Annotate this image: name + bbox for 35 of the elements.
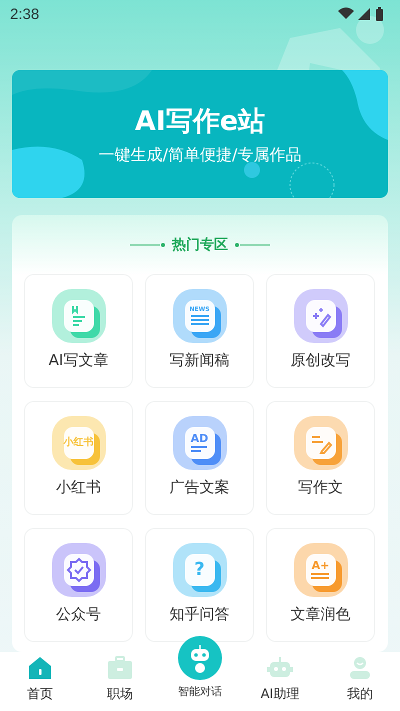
feature-tile[interactable]: 写作文: [266, 401, 375, 515]
section-title: 热门专区: [172, 236, 228, 254]
feature-icon: A+: [294, 543, 348, 597]
feature-tile[interactable]: AI写文章: [24, 274, 133, 388]
feature-icon: AD: [172, 416, 226, 470]
briefcase-icon: [107, 656, 133, 680]
person-icon: [347, 656, 373, 680]
feature-label: AI写文章: [48, 351, 108, 370]
feature-label: 原创改写: [290, 351, 350, 370]
feature-label: 文章润色: [290, 605, 350, 624]
status-time: 2:38: [10, 6, 40, 22]
feature-tile[interactable]: 原创改写: [266, 274, 375, 388]
feature-label: 写作文: [298, 478, 343, 497]
divider-icon: [130, 242, 166, 248]
feature-icon: 小红书: [52, 416, 106, 470]
nav-tab[interactable]: 我的: [320, 652, 400, 711]
robot-icon: [267, 656, 293, 680]
feature-tile[interactable]: A+ 文章润色: [266, 528, 375, 642]
feature-tile[interactable]: 小红书 小红书: [24, 401, 133, 515]
feature-label: 知乎问答: [170, 605, 230, 624]
feature-tile[interactable]: 公众号: [24, 528, 133, 642]
feature-icon: ?: [172, 543, 226, 597]
nav-tab[interactable]: AI助理: [240, 652, 320, 711]
feature-label: 公众号: [56, 605, 101, 624]
feature-tile[interactable]: AD 广告文案: [145, 401, 254, 515]
banner-subtitle: 一键生成/简单便捷/专属作品: [98, 144, 302, 166]
banner-title: AI写作e站: [134, 104, 266, 138]
nav-tab[interactable]: 职场: [80, 652, 160, 711]
feature-label: 写新闻稿: [170, 351, 230, 370]
feature-tile[interactable]: ? 知乎问答: [145, 528, 254, 642]
feature-label: 广告文案: [170, 478, 230, 497]
home-icon: [27, 656, 53, 680]
divider-icon: [234, 242, 270, 248]
feature-label: 小红书: [56, 478, 101, 497]
nav-tab[interactable]: 首页: [0, 652, 80, 711]
